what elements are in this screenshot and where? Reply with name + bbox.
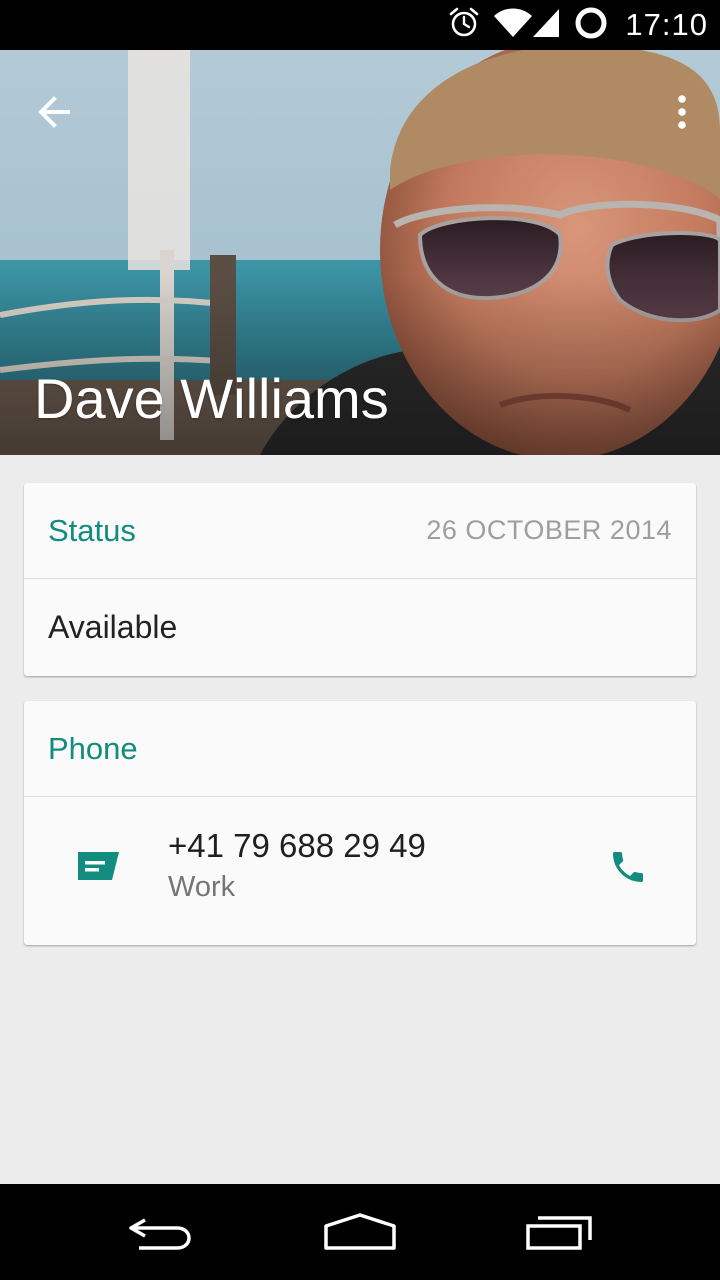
arrow-left-icon [38, 96, 70, 128]
message-button[interactable] [72, 841, 124, 893]
nav-home-button[interactable] [310, 1197, 410, 1267]
status-section-title: Status [48, 512, 136, 548]
phone-card: Phone +41 79 688 29 49 Work [24, 701, 696, 945]
navigation-bar [0, 1184, 720, 1280]
phone-row[interactable]: +41 79 688 29 49 Work [24, 797, 696, 944]
message-icon [78, 852, 119, 880]
phone-number[interactable]: +41 79 688 29 49 [168, 827, 426, 865]
contact-photo-header: Dave Williams [0, 50, 720, 455]
clock: 17:10 [625, 7, 708, 42]
more-options-button[interactable] [662, 80, 702, 144]
status-date: 26 OCTOBER 2014 [426, 515, 672, 545]
nav-back-button[interactable] [110, 1197, 210, 1267]
phone-type: Work [168, 871, 236, 903]
back-nav-icon [129, 1218, 191, 1250]
status-card: Status 26 OCTOBER 2014 Available [24, 483, 696, 676]
wifi-icon [493, 7, 533, 43]
call-icon [613, 852, 643, 882]
recents-nav-icon [526, 1216, 592, 1250]
signal-icon [531, 7, 561, 43]
call-button[interactable] [602, 841, 654, 893]
status-bar: 17:10 [0, 0, 720, 50]
phone-section-title: Phone [48, 730, 138, 766]
alarm-icon [447, 6, 481, 44]
back-button[interactable] [22, 80, 86, 144]
contact-name: Dave Williams [34, 367, 389, 430]
status-card-header: Status 26 OCTOBER 2014 [24, 483, 696, 579]
sync-icon [573, 5, 609, 45]
status-text[interactable]: Available [24, 579, 696, 675]
more-vert-icon [678, 95, 686, 129]
status-icons: 17:10 [447, 5, 708, 45]
phone-card-header: Phone [24, 701, 696, 797]
home-nav-icon [324, 1213, 396, 1250]
nav-recents-button[interactable] [510, 1197, 610, 1267]
